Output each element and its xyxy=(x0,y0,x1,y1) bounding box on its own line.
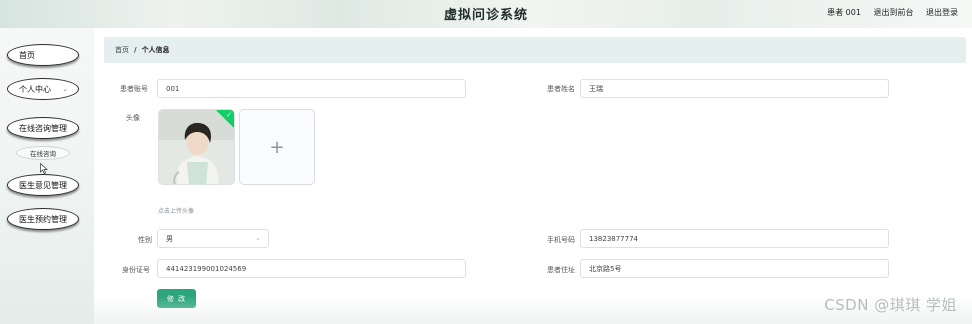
sidebar-item-doctor-opinion-mgmt[interactable]: 医生意见管理 xyxy=(7,174,79,196)
address-value: 北京路5号 xyxy=(589,264,622,273)
watermark: CSDN @琪琪 学姐 xyxy=(824,296,957,314)
sidebar-item-label: 首页 xyxy=(19,50,35,60)
address-label: 患者住址 xyxy=(547,266,575,274)
account-value: 001 xyxy=(166,84,180,93)
breadcrumb-current: 个人信息 xyxy=(141,46,170,54)
breadcrumb-separator: / xyxy=(134,46,137,54)
avatar-upload-button[interactable]: + xyxy=(239,109,315,185)
chevron-down-icon: ⌄ xyxy=(62,85,68,93)
phone-value: 13823877774 xyxy=(589,234,638,243)
gender-label: 性别 xyxy=(138,236,152,244)
modify-button[interactable]: 修 改 xyxy=(157,289,196,308)
breadcrumb: 首页 / 个人信息 xyxy=(104,37,966,63)
sidebar-item-online-consult-mgmt[interactable]: 在线咨询管理 xyxy=(7,117,79,139)
current-user: 患者 001 xyxy=(827,8,861,17)
account-field[interactable]: 001 xyxy=(157,79,466,98)
chevron-down-icon: ⌄ xyxy=(255,234,261,242)
sidebar-item-home[interactable]: 首页 xyxy=(7,44,79,66)
name-field[interactable]: 王瑞 xyxy=(580,79,889,98)
phone-label: 手机号码 xyxy=(547,236,575,244)
sidebar-item-doctor-booking-mgmt[interactable]: 医生预约管理 xyxy=(7,208,79,230)
sidebar-item-label: 在线咨询管理 xyxy=(19,123,67,133)
name-value: 王瑞 xyxy=(589,84,603,93)
id-number-field[interactable]: 441423199001024569 xyxy=(157,259,466,278)
phone-field[interactable]: 13823877774 xyxy=(580,229,889,248)
account-label: 患者账号 xyxy=(120,85,148,93)
gender-value: 男 xyxy=(166,234,173,243)
sidebar: 首页 个人中心 ⌄ 在线咨询管理 在线咨询 医生意见管理 医生预约管理 xyxy=(0,28,94,324)
sidebar-item-label: 医生意见管理 xyxy=(19,180,67,190)
sidebar-subitem-online-consult[interactable]: 在线咨询 xyxy=(16,146,70,160)
top-header: 虚拟问诊系统 患者 001 退出到前台 退出登录 xyxy=(0,0,972,28)
sidebar-item-label: 医生预约管理 xyxy=(19,214,67,224)
address-field[interactable]: 北京路5号 xyxy=(580,259,889,278)
avatar-label: 头像 xyxy=(126,114,140,122)
upload-hint: 点击上传头像 xyxy=(158,208,195,215)
sidebar-item-label: 个人中心 xyxy=(19,84,51,94)
back-to-frontend-link[interactable]: 退出到前台 xyxy=(873,8,913,17)
sidebar-item-personal-center[interactable]: 个人中心 ⌄ xyxy=(7,78,79,100)
name-label: 患者姓名 xyxy=(547,85,575,93)
mouse-cursor-icon xyxy=(40,163,48,174)
check-icon: ✓ xyxy=(226,111,232,119)
id-number-value: 441423199001024569 xyxy=(166,264,247,273)
plus-icon: + xyxy=(269,136,285,158)
sidebar-subitem-label: 在线咨询 xyxy=(30,150,56,158)
logout-link[interactable]: 退出登录 xyxy=(926,8,958,17)
upload-success-badge: ✓ xyxy=(216,110,234,128)
gender-select[interactable]: 男 ⌄ xyxy=(157,229,269,248)
avatar-image[interactable]: ✓ xyxy=(158,109,235,185)
id-number-label: 身份证号 xyxy=(122,266,150,274)
breadcrumb-home[interactable]: 首页 xyxy=(115,45,129,55)
header-user-area: 患者 001 退出到前台 退出登录 xyxy=(817,7,958,18)
